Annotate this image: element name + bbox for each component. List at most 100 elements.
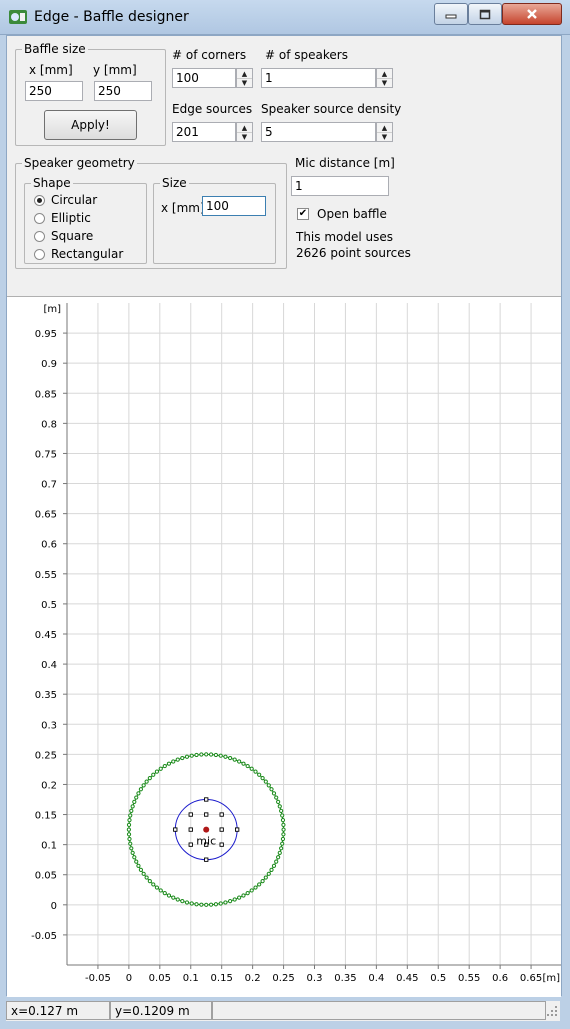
edge-source-point: [249, 766, 254, 771]
edge-source-point: [180, 899, 185, 904]
speakers-label: # of speakers: [265, 48, 348, 62]
baffle-y-field[interactable]: 250: [94, 81, 152, 101]
status-empty-cell: [212, 1001, 546, 1020]
y-tick-label: 0.85: [35, 389, 57, 400]
close-button[interactable]: [502, 3, 562, 25]
maximize-button[interactable]: [468, 3, 502, 25]
baffle-plot-panel[interactable]: -0.05 0 0.05 0.1 0.15 0.2 0.25 0.3 0.35 0.4 0.45 0.…: [7, 296, 562, 997]
x-tick-label: 0.55: [458, 973, 480, 984]
radio-icon: [34, 230, 45, 242]
title-bar: Edge - Baffle designer: [0, 0, 570, 35]
baffle-plot[interactable]: -0.05 0 0.05 0.1 0.15 0.2 0.25 0.3 0.35 0.4 0.45 0.…: [7, 297, 562, 997]
mic-marker: [203, 826, 210, 833]
edge-source-point: [232, 897, 237, 902]
speaker-source-point: [188, 827, 193, 832]
baffle-x-field[interactable]: 250: [25, 81, 83, 101]
edge-source-point: [147, 878, 152, 884]
y-tick-label: 0.3: [41, 720, 57, 731]
mic-distance-field[interactable]: 1: [291, 176, 389, 196]
edge-source-point: [263, 779, 268, 784]
corners-spinner[interactable]: ▲ ▼: [236, 68, 253, 88]
edge-source-point: [144, 779, 149, 784]
edge-source-point: [269, 867, 274, 872]
y-tick-label: -0.05: [31, 931, 57, 942]
speaker-source-point: [173, 827, 178, 832]
edge-source-point: [279, 846, 284, 851]
edge-source-point: [175, 757, 180, 762]
edge-source-point: [127, 836, 132, 842]
minimize-button[interactable]: [434, 3, 468, 25]
mic-distance-label: Mic distance [m]: [295, 156, 395, 170]
y-tick-label: 0.4: [41, 660, 57, 671]
spinner-down-icon[interactable]: ▼: [377, 132, 392, 141]
speaker-geometry-legend: Speaker geometry: [24, 156, 135, 170]
edge-source-point: [128, 813, 133, 818]
edge-source-point: [171, 895, 176, 900]
radio-selected-icon: [34, 194, 45, 206]
size-x-label: x [mm]: [161, 201, 205, 215]
status-x-readout: x=0.127 m: [6, 1001, 110, 1020]
edge-source-point: [237, 895, 242, 900]
open-baffle-checkbox[interactable]: ✔ Open baffle: [297, 207, 387, 221]
y-tick-label: 0.9: [41, 359, 57, 370]
edge-source-point: [130, 850, 135, 855]
source-density-field[interactable]: 5: [261, 122, 376, 142]
edge-source-point: [147, 775, 152, 781]
edge-sources-spinner[interactable]: ▲ ▼: [236, 122, 253, 142]
size-x-field[interactable]: 100: [202, 196, 266, 216]
edge-source-point: [245, 763, 250, 769]
shape-radio-square[interactable]: Square: [34, 229, 93, 243]
close-icon: [527, 9, 537, 19]
app-icon: [9, 10, 27, 24]
y-tick-label: 0: [51, 901, 57, 912]
shape-radio-label: Rectangular: [51, 247, 124, 261]
x-tick-label: 0: [126, 973, 132, 984]
edge-sources-field[interactable]: 201: [172, 122, 236, 142]
y-tick-label: 0.55: [35, 570, 57, 581]
spinner-down-icon[interactable]: ▼: [377, 78, 392, 87]
edge-source-point: [228, 899, 233, 904]
size-group: Size: [153, 177, 276, 264]
edge-source-point: [194, 902, 199, 907]
edge-source-point: [253, 885, 258, 890]
edge-source-point: [199, 902, 204, 907]
edge-source-point: [199, 752, 204, 757]
edge-source-point: [204, 902, 209, 907]
edge-source-point: [141, 783, 146, 788]
edge-sources-label: Edge sources: [172, 102, 253, 116]
speaker-source-point: [219, 827, 224, 832]
edge-source-point: [213, 902, 219, 907]
y-tick-label: 0.5: [41, 600, 57, 611]
spinner-down-icon[interactable]: ▼: [237, 78, 252, 87]
y-axis-unit: [m]: [43, 304, 61, 315]
speakers-field[interactable]: 1: [261, 68, 376, 88]
x-tick-label: 0.35: [334, 973, 356, 984]
speaker-source-point: [219, 812, 224, 817]
edge-source-point: [184, 900, 190, 905]
y-tick-label: 0.1: [41, 841, 57, 852]
shape-radio-rectangular[interactable]: Rectangular: [34, 247, 123, 261]
spinner-down-icon[interactable]: ▼: [237, 132, 252, 141]
edge-source-point: [136, 863, 141, 868]
edge-source-point: [141, 871, 146, 876]
edge-source-point: [162, 891, 167, 896]
edge-source-point: [237, 759, 242, 764]
edge-source-point: [134, 859, 139, 864]
speakers-spinner[interactable]: ▲ ▼: [376, 68, 393, 88]
corners-field[interactable]: 100: [172, 68, 236, 88]
edge-source-point: [128, 841, 133, 846]
edge-source-point: [126, 832, 132, 837]
maximize-icon: [479, 9, 491, 19]
shape-radio-elliptic[interactable]: Elliptic: [34, 211, 91, 225]
edge-source-point: [260, 878, 265, 884]
edge-source-point: [204, 752, 209, 757]
edge-source-point: [271, 791, 277, 796]
source-density-spinner[interactable]: ▲ ▼: [376, 122, 393, 142]
mic-label: mic: [196, 835, 216, 848]
apply-button[interactable]: Apply!: [44, 110, 137, 140]
edge-source-point: [132, 855, 137, 860]
edge-source-point: [151, 772, 156, 777]
resize-grip-icon[interactable]: [546, 1005, 558, 1017]
shape-radio-circular[interactable]: Circular: [34, 193, 97, 207]
source-density-label: Speaker source density: [261, 102, 402, 116]
